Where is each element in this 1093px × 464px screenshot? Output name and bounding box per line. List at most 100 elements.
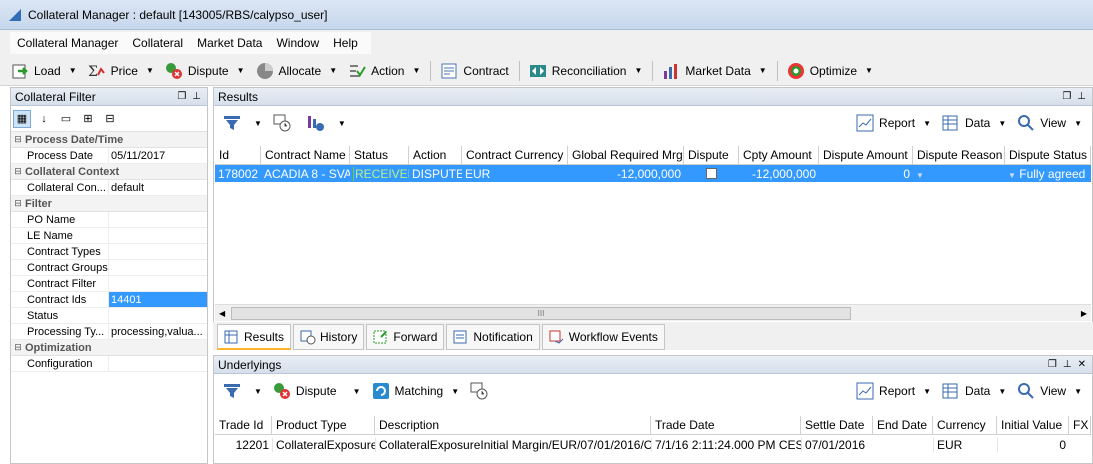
report-dropdown-icon[interactable]: ▼ (923, 119, 931, 128)
dispute-checkbox[interactable] (706, 168, 717, 179)
close-icon[interactable]: ✕ (1078, 359, 1086, 370)
restore-icon[interactable]: ❐ (1062, 91, 1071, 102)
column-header[interactable]: Id (215, 146, 261, 164)
cell-initial-value[interactable]: 0 (997, 437, 1069, 452)
table-row[interactable]: 12201 CollateralExposure CollateralExpos… (215, 435, 1091, 454)
column-header[interactable]: Cpty Amount (739, 146, 819, 164)
action-button[interactable]: Action ▼ (347, 61, 420, 81)
prop-processing-type[interactable]: Processing Ty... processing,valua... (11, 324, 207, 340)
data-dropdown-icon[interactable]: ▼ (998, 387, 1006, 396)
view-button[interactable]: View ▼ (1016, 113, 1082, 133)
column-header[interactable]: Product Type (272, 416, 375, 434)
dropdown-arrow-icon[interactable]: ▼ (1008, 171, 1016, 180)
column-header[interactable]: End Date (873, 416, 933, 434)
underlying-dispute-button[interactable]: Dispute ▼ (272, 381, 361, 401)
cell-cpty-amount[interactable]: -12,000,000 (739, 167, 819, 181)
prop-po-name[interactable]: PO Name (11, 212, 207, 228)
tab-results[interactable]: Results (217, 324, 292, 350)
tab-notification[interactable]: Notification (446, 324, 540, 350)
menu-help[interactable]: Help (326, 36, 365, 50)
expand-all-icon[interactable]: ⊞ (79, 110, 97, 128)
dispute-button[interactable]: Dispute ▼ (164, 61, 245, 81)
column-header[interactable]: Status (350, 146, 409, 164)
prop-contract-types[interactable]: Contract Types (11, 244, 207, 260)
load-dropdown-icon[interactable]: ▼ (69, 66, 77, 75)
column-header[interactable]: Settle Date (801, 416, 873, 434)
column-header[interactable]: Dispute Reason (913, 146, 1005, 164)
property-pages-icon[interactable]: ▭ (57, 110, 75, 128)
filter-dropdown-icon[interactable]: ▼ (254, 387, 262, 396)
configuration-value[interactable] (109, 356, 207, 371)
scroll-right-icon[interactable]: ▶ (1081, 309, 1087, 318)
column-header[interactable]: Trade Id (215, 416, 272, 434)
categorized-view-icon[interactable]: ▦ (13, 109, 31, 128)
contract-groups-value[interactable] (109, 260, 207, 275)
le-name-value[interactable] (109, 228, 207, 243)
status-value[interactable] (109, 308, 207, 323)
view-button[interactable]: View ▼ (1016, 381, 1082, 401)
prop-status[interactable]: Status (11, 308, 207, 324)
table-row[interactable]: 178002 ACADIA 8 - SVA RECEIVED DISPUTE E… (215, 165, 1091, 182)
filter-button[interactable]: ▼ (222, 381, 262, 401)
prop-le-name[interactable]: LE Name (11, 228, 207, 244)
reconciliation-button[interactable]: Reconciliation ▼ (528, 61, 642, 81)
contract-ids-value[interactable]: 14401 (109, 292, 207, 307)
tab-workflow-events[interactable]: Workflow Events (541, 324, 665, 350)
cell-dispute[interactable] (684, 168, 739, 179)
cell-currency[interactable]: EUR (462, 167, 568, 181)
pin-icon[interactable]: ⊥ (1077, 91, 1086, 102)
column-header[interactable]: Global Required Mrg (568, 146, 684, 164)
column-header[interactable]: Initial Value (997, 416, 1069, 434)
column-header[interactable]: Currency (933, 416, 997, 434)
column-header[interactable]: Action (409, 146, 462, 164)
scroll-left-icon[interactable]: ◀ (219, 309, 225, 318)
report-dropdown-icon[interactable]: ▼ (923, 387, 931, 396)
category-optimization[interactable]: ⊟ Optimization (11, 340, 207, 356)
market-data-button[interactable]: Market Data ▼ (661, 61, 767, 81)
category-process-date[interactable]: ⊟ Process Date/Time (11, 132, 207, 148)
cell-trade-date[interactable]: 7/1/16 2:11:24.000 PM CEST (651, 437, 801, 452)
restore-icon[interactable]: ❐ (177, 91, 186, 102)
allocate-dropdown-icon[interactable]: ▼ (329, 66, 337, 75)
collateral-config-value[interactable]: default (109, 180, 207, 195)
tab-history[interactable]: History (293, 324, 365, 350)
horizontal-scrollbar[interactable]: ◀ III ▶ (215, 304, 1091, 321)
collapse-icon[interactable]: ⊟ (11, 342, 25, 353)
pin-icon[interactable]: ⊥ (192, 91, 201, 102)
prop-configuration[interactable]: Configuration (11, 356, 207, 372)
pin-icon[interactable]: ⊥ (1063, 359, 1072, 370)
cell-status[interactable]: RECEIVED (350, 166, 409, 181)
schedule-button[interactable] (272, 113, 296, 133)
price-dropdown-icon[interactable]: ▼ (146, 66, 154, 75)
prop-collateral-config[interactable]: Collateral Con... default (11, 180, 207, 196)
matching-button[interactable]: Matching ▼ (371, 381, 459, 401)
cell-dispute-amount[interactable]: 0 (819, 167, 913, 181)
cell-dispute-reason[interactable]: ▼ (913, 167, 1005, 181)
process-date-value[interactable]: 05/11/2017 (109, 148, 207, 163)
reconciliation-dropdown-icon[interactable]: ▼ (634, 66, 642, 75)
menu-collateral-manager[interactable]: Collateral Manager (10, 36, 125, 50)
scrollbar-thumb[interactable]: III (231, 306, 851, 320)
data-button[interactable]: Data ▼ (941, 113, 1006, 133)
column-header[interactable]: Contract Currency (462, 146, 568, 164)
restore-icon[interactable]: ❐ (1048, 359, 1057, 370)
collapse-icon[interactable]: ⊟ (11, 134, 25, 145)
column-header[interactable]: Dispute (684, 146, 739, 164)
report-button[interactable]: Report ▼ (855, 113, 931, 133)
cell-currency[interactable]: EUR (933, 437, 997, 452)
market-data-dropdown-icon[interactable]: ▼ (759, 66, 767, 75)
view-dropdown-icon[interactable]: ▼ (1074, 119, 1082, 128)
report-button[interactable]: Report ▼ (855, 381, 931, 401)
dispute-dropdown-icon[interactable]: ▼ (353, 387, 361, 396)
menu-collateral[interactable]: Collateral (125, 36, 190, 50)
data-button[interactable]: Data ▼ (941, 381, 1006, 401)
prop-contract-ids[interactable]: Contract Ids 14401 (11, 292, 207, 308)
cell-contract-name[interactable]: ACADIA 8 - SVA (261, 167, 350, 181)
column-header[interactable]: FX I (1069, 416, 1091, 434)
cell-description[interactable]: CollateralExposureInitial Margin/EUR/07/… (375, 437, 651, 452)
processing-type-value[interactable]: processing,valua... (109, 324, 207, 339)
matching-dropdown-icon[interactable]: ▼ (451, 387, 459, 396)
price-button[interactable]: Σ Price ▼ (87, 61, 154, 81)
column-header[interactable]: Description (375, 416, 651, 434)
menu-window[interactable]: Window (269, 36, 326, 50)
